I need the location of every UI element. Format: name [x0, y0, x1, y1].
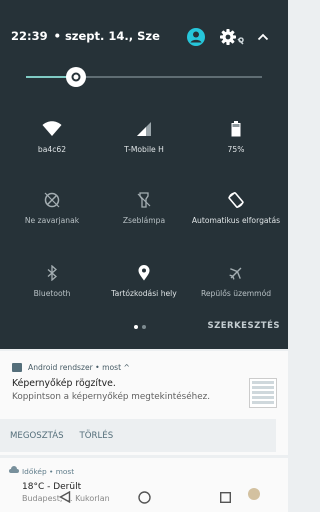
- recents-button[interactable]: [215, 487, 235, 507]
- image-icon: [12, 363, 22, 372]
- navigation-bar: [0, 482, 288, 512]
- delete-button[interactable]: TÖRLÉS: [80, 431, 114, 441]
- home-button[interactable]: [134, 487, 154, 507]
- tile-airplane[interactable]: Repülős üzemmód: [188, 263, 284, 323]
- home-icon: [137, 490, 151, 504]
- page-dot: [142, 325, 146, 329]
- brightness-handle[interactable]: [65, 67, 86, 87]
- tile-label: ba4c62: [37, 145, 67, 154]
- tile-label: Zseblámpa: [122, 216, 166, 225]
- tile-label: Ne zavarjanak: [24, 216, 80, 225]
- gear-icon: [220, 29, 244, 45]
- back-button[interactable]: [55, 487, 75, 507]
- flashlight-icon: [134, 190, 154, 210]
- tile-battery[interactable]: 75%: [188, 119, 284, 179]
- location-icon: [134, 263, 154, 283]
- tile-dnd[interactable]: Ne zavarjanak: [4, 190, 100, 250]
- screenshot-thumbnail[interactable]: [249, 378, 277, 408]
- battery-icon: [226, 119, 246, 139]
- tile-label: Bluetooth: [33, 289, 71, 298]
- notification-title: Képernyőkép rögzítve.: [12, 378, 116, 389]
- page-dot-active: [134, 325, 138, 329]
- status-header: 22:39 • szept. 14., Sze: [11, 26, 160, 46]
- recents-icon: [219, 491, 231, 503]
- chevron-up-icon: [257, 33, 269, 41]
- airplane-icon: [226, 263, 246, 283]
- notification-header: Android rendszer • most ^: [12, 363, 130, 372]
- brightness-icon: [66, 68, 85, 86]
- clock: 22:39: [11, 29, 48, 43]
- tile-label: Automatikus elforgatás: [191, 216, 281, 225]
- notification-header: Időkép • most: [22, 467, 74, 476]
- wifi-icon: [42, 119, 62, 139]
- account-icon: [187, 28, 205, 46]
- date-label[interactable]: • szept. 14., Sze: [54, 29, 160, 43]
- bluetooth-icon: [42, 263, 62, 283]
- tile-label: 75%: [227, 145, 245, 154]
- notification-actions: MEGOSZTÁS TÖRLÉS: [0, 419, 276, 452]
- edit-button[interactable]: SZERKESZTÉS: [207, 321, 280, 331]
- tile-flashlight[interactable]: Zseblámpa: [96, 190, 192, 250]
- tile-label: Tartózkodási hely: [111, 289, 177, 298]
- page-indicator: [134, 325, 146, 329]
- notification-text: Koppintson a képernyőkép megtekintéséhez…: [12, 392, 211, 402]
- user-profile-button[interactable]: [185, 26, 207, 48]
- tile-cellular[interactable]: T-Mobile H: [96, 119, 192, 179]
- auto-rotate-icon: [226, 190, 246, 210]
- tile-bluetooth[interactable]: Bluetooth: [4, 263, 100, 323]
- share-button[interactable]: MEGOSZTÁS: [10, 431, 64, 441]
- do-not-disturb-icon: [42, 190, 62, 210]
- tile-wifi[interactable]: ba4c62: [4, 119, 100, 179]
- settings-button[interactable]: [219, 26, 247, 48]
- tile-auto-rotate[interactable]: Automatikus elforgatás: [188, 190, 284, 250]
- notification-screenshot[interactable]: Android rendszer • most ^ Képernyőkép rö…: [0, 351, 288, 455]
- assistant-bubble[interactable]: [248, 488, 260, 500]
- quick-settings-panel: 22:39 • szept. 14., Sze ba4c62 T-Mobile …: [0, 0, 288, 349]
- tile-label: Repülős üzemmód: [200, 289, 272, 298]
- cloud-icon: [9, 466, 19, 473]
- tile-label: T-Mobile H: [124, 145, 164, 154]
- back-icon: [59, 491, 71, 503]
- notification-app-name[interactable]: Android rendszer • most ^: [28, 363, 130, 372]
- collapse-button[interactable]: [252, 26, 274, 48]
- notification-app-name: Időkép • most: [22, 467, 75, 476]
- signal-icon: [134, 119, 154, 139]
- brightness-slider[interactable]: [26, 67, 262, 87]
- tile-location[interactable]: Tartózkodási hely: [96, 263, 192, 323]
